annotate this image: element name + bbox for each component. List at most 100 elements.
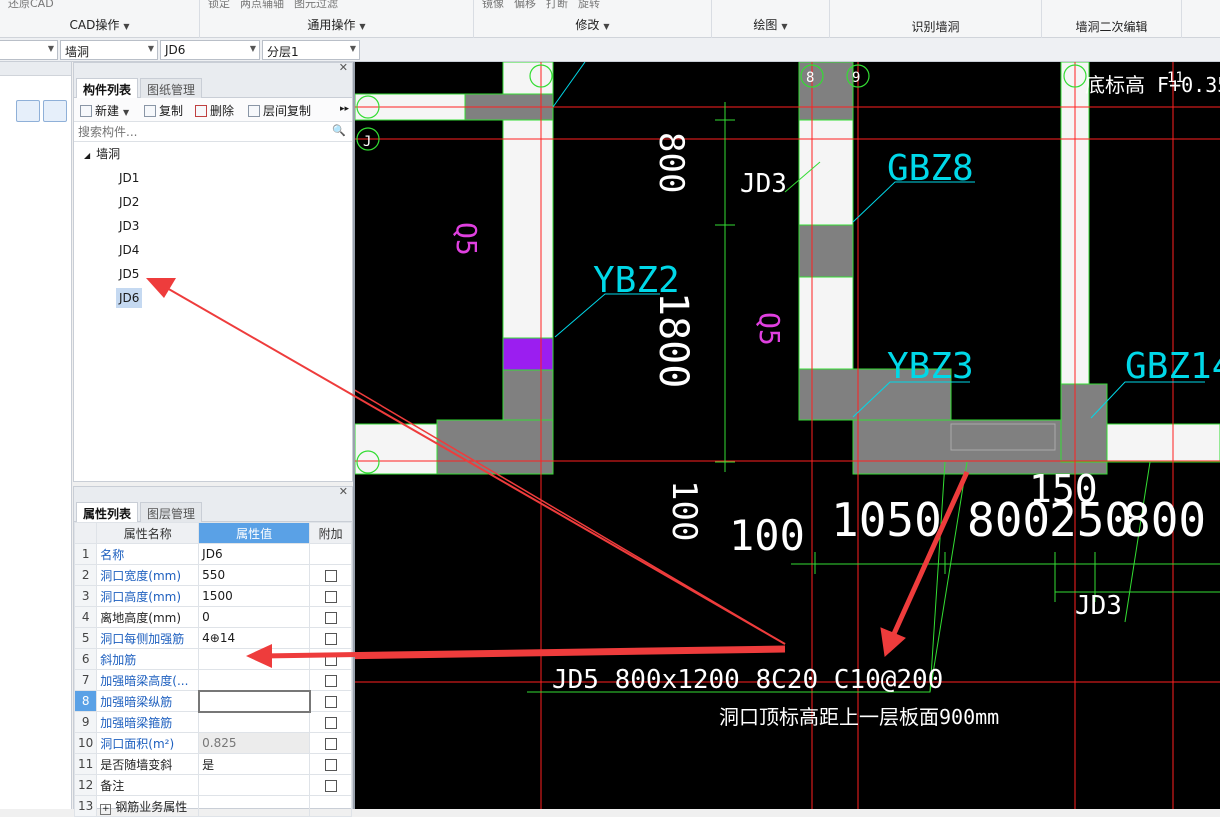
- property-value[interactable]: [197, 689, 311, 713]
- tree-item-jd3[interactable]: JD3: [116, 216, 142, 236]
- filter-button[interactable]: 图元过滤: [294, 0, 338, 10]
- property-row[interactable]: 7 加强暗梁高度(...: [73, 669, 352, 691]
- extra-checkbox[interactable]: [324, 590, 337, 603]
- property-value[interactable]: [198, 774, 311, 796]
- search-icon[interactable]: 🔍: [332, 124, 346, 137]
- property-value[interactable]: 是: [198, 753, 311, 775]
- extra-checkbox[interactable]: [324, 758, 337, 771]
- ribbon-group-cad-title[interactable]: CAD操作: [70, 18, 120, 32]
- tree-root[interactable]: ◢ 墙洞: [84, 144, 120, 164]
- property-extra: [309, 543, 352, 565]
- ribbon-group-identify-title[interactable]: 识别墙洞: [911, 20, 959, 34]
- cad-drawing-canvas[interactable]: J 8 9 11 底标高 F+0.350 JD3 GBZ8 YBZ2 YBZ3 …: [355, 62, 1220, 809]
- tab-component-list[interactable]: 构件列表: [76, 78, 139, 98]
- layer-select[interactable]: 分层1 ▼: [262, 40, 360, 60]
- component-select[interactable]: JD6 ▼: [160, 40, 260, 60]
- extra-checkbox[interactable]: [324, 716, 337, 729]
- collapse-icon[interactable]: ◢: [84, 151, 90, 160]
- extra-checkbox[interactable]: [324, 674, 337, 687]
- offset-button[interactable]: 偏移: [514, 0, 536, 10]
- ribbon-group-secondary-edit: 墙洞二次编辑: [1042, 0, 1182, 38]
- tab-drawing-management[interactable]: 图纸管理: [140, 78, 203, 98]
- mirror-button[interactable]: 镜像: [482, 0, 504, 10]
- extra-checkbox[interactable]: [324, 632, 337, 645]
- delete-button[interactable]: 删除: [195, 102, 234, 119]
- property-row[interactable]: 4 离地高度(mm) 0: [73, 606, 352, 628]
- extra-checkbox[interactable]: [324, 653, 337, 666]
- property-row[interactable]: 9 加强暗梁箍筋: [73, 711, 352, 733]
- list-view-icon[interactable]: [16, 100, 40, 122]
- extra-checkbox[interactable]: [324, 569, 337, 582]
- ribbon-group-secondary-edit-title[interactable]: 墙洞二次编辑: [1075, 20, 1147, 34]
- property-row[interactable]: 11 是否随墙变斜是: [73, 753, 352, 775]
- property-value[interactable]: 0: [198, 606, 311, 628]
- tab-property-list[interactable]: 属性列表: [76, 502, 139, 522]
- tree-item-jd1[interactable]: JD1: [116, 168, 142, 188]
- extra-checkbox[interactable]: [324, 737, 337, 750]
- property-extra: [309, 606, 352, 628]
- property-value[interactable]: 550: [198, 564, 311, 586]
- property-name: 名称: [96, 543, 200, 565]
- hatched-column: [502, 337, 554, 371]
- header-number: [73, 522, 98, 544]
- rotate-button[interactable]: 旋转: [578, 0, 600, 10]
- floor-copy-button[interactable]: 层间复制: [248, 102, 311, 119]
- property-extra: [309, 690, 352, 712]
- chevron-down-icon[interactable]: ▼: [123, 22, 129, 31]
- chevron-down-icon[interactable]: ▼: [603, 22, 609, 31]
- category-select[interactable]: 墙洞 ▼: [60, 40, 158, 60]
- property-row[interactable]: 2 洞口宽度(mm) 550: [73, 564, 352, 586]
- ribbon-group-general-title[interactable]: 通用操作: [307, 18, 355, 32]
- tree-item-jd4[interactable]: JD4: [116, 240, 142, 260]
- extra-checkbox[interactable]: [324, 695, 337, 708]
- tree-item-jd2[interactable]: JD2: [116, 192, 142, 212]
- property-value[interactable]: [198, 648, 311, 670]
- property-extra: [309, 711, 352, 733]
- column-label-gbz8: GBZ8: [887, 148, 974, 189]
- property-extra: [309, 774, 352, 796]
- tab-layer-management[interactable]: 图层管理: [140, 502, 203, 522]
- property-row[interactable]: 12 备注: [73, 774, 352, 796]
- property-row-number: 11: [73, 753, 98, 775]
- property-row-number: 6: [73, 648, 98, 670]
- property-value[interactable]: [198, 669, 311, 691]
- more-icon[interactable]: ▸▸: [340, 104, 349, 114]
- floor-copy-button-label: 层间复制: [263, 104, 312, 118]
- chevron-down-icon[interactable]: ▼: [781, 22, 787, 31]
- close-icon[interactable]: ✕: [339, 61, 348, 74]
- break-button[interactable]: 打断: [546, 0, 568, 10]
- property-value[interactable]: [198, 795, 311, 817]
- property-value[interactable]: [198, 711, 311, 733]
- detail-view-icon[interactable]: [43, 100, 67, 122]
- tree-item-jd5[interactable]: JD5: [116, 264, 142, 284]
- new-button[interactable]: 新建 ▼: [80, 102, 129, 119]
- expand-icon[interactable]: +: [100, 803, 112, 815]
- tree-item-jd6[interactable]: JD6: [116, 288, 143, 308]
- property-row[interactable]: 10 洞口面积(m²) 0.825: [73, 732, 352, 754]
- property-row[interactable]: 13 + 钢筋业务属性: [73, 795, 352, 817]
- ribbon-group-draw-title[interactable]: 绘图: [753, 18, 777, 32]
- component-panel-tabs: 构件列表 图纸管理: [74, 76, 352, 98]
- component-search-input[interactable]: [74, 122, 352, 141]
- property-value[interactable]: 1500: [198, 585, 311, 607]
- property-row[interactable]: 8 加强暗梁纵筋: [73, 689, 352, 713]
- lock-button[interactable]: 锁定: [208, 0, 230, 10]
- two-point-axis-button[interactable]: 两点辅轴: [240, 0, 284, 10]
- close-icon[interactable]: ✕: [339, 485, 348, 498]
- copy-button[interactable]: 复制: [144, 102, 183, 119]
- axis-label-j: J: [363, 134, 371, 150]
- chevron-down-icon[interactable]: ▼: [359, 22, 365, 31]
- extra-checkbox[interactable]: [324, 779, 337, 792]
- property-value[interactable]: 4⊕14: [198, 627, 311, 649]
- restore-cad-button[interactable]: 还原CAD: [8, 0, 54, 10]
- column-label-ybz3: YBZ3: [887, 346, 974, 387]
- property-row[interactable]: 5 洞口每侧加强筋 4⊕14: [73, 627, 352, 649]
- extra-checkbox[interactable]: [324, 611, 337, 624]
- property-row[interactable]: 6 斜加筋: [73, 648, 352, 670]
- opening-label-jd3: JD3: [740, 169, 787, 199]
- property-value[interactable]: JD6: [198, 543, 311, 565]
- floor-select[interactable]: ▼: [0, 40, 58, 60]
- property-row[interactable]: 1 名称 JD6: [73, 543, 352, 565]
- property-row[interactable]: 3 洞口高度(mm) 1500: [73, 585, 352, 607]
- ribbon-group-modify-title[interactable]: 修改: [575, 18, 599, 32]
